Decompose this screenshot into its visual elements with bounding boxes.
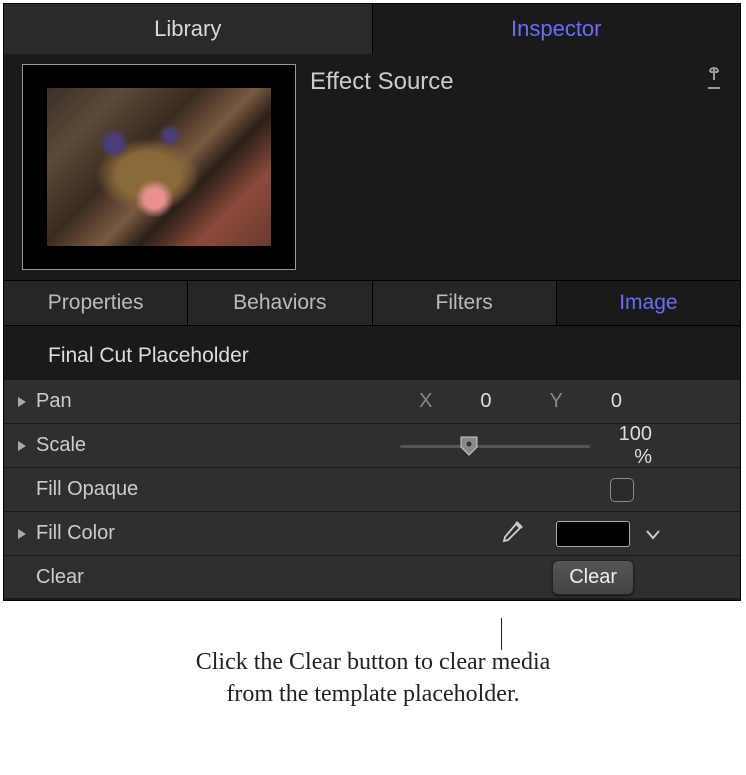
pin-icon[interactable] [704,66,724,92]
pan-x-label: X [419,390,432,413]
scale-value[interactable]: 100 % [612,423,722,469]
tab-inspector[interactable]: Inspector [373,4,741,54]
tab-behaviors[interactable]: Behaviors [188,281,372,325]
top-tab-bar: Library Inspector [4,4,740,54]
tab-properties[interactable]: Properties [4,281,188,325]
scale-slider[interactable] [400,436,590,456]
param-label: Fill Opaque [36,478,196,501]
eyedropper-icon[interactable] [498,521,524,547]
param-row-clear: Clear Clear [4,556,740,600]
parameters-list: Pan X 0 Y 0 Scale [4,380,740,600]
sub-tab-bar: Properties Behaviors Filters Image [4,280,740,326]
param-label: Scale [36,434,196,457]
callout-text: Click the Clear button to clear media fr… [183,646,563,711]
tab-image[interactable]: Image [557,281,740,325]
param-label: Pan [36,390,196,413]
fill-opaque-checkbox[interactable] [610,478,634,502]
fill-color-well[interactable] [556,521,630,547]
chevron-down-icon[interactable] [644,525,662,543]
param-row-scale: Scale 100 % [4,424,740,468]
inspector-panel: Library Inspector Effect Source Properti… [3,3,741,601]
section-heading: Final Cut Placeholder [4,326,740,380]
pan-y-label: Y [550,390,563,413]
param-label: Clear [36,566,196,589]
header-area: Effect Source [4,54,740,280]
slider-thumb-icon[interactable] [460,436,478,456]
param-row-pan: Pan X 0 Y 0 [4,380,740,424]
preview-image [47,88,271,246]
disclosure-triangle-icon[interactable] [14,438,30,454]
source-title: Effect Source [310,64,454,270]
tab-filters[interactable]: Filters [373,281,557,325]
clear-button[interactable]: Clear [552,560,634,595]
preview-thumbnail[interactable] [22,64,296,270]
tab-library[interactable]: Library [4,4,373,54]
disclosure-triangle-icon[interactable] [14,526,30,542]
disclosure-triangle-icon[interactable] [14,394,30,410]
param-row-fill-opaque: Fill Opaque [4,468,740,512]
pan-x-value[interactable]: 0 [480,390,491,413]
param-row-fill-color: Fill Color [4,512,740,556]
pan-y-value[interactable]: 0 [611,390,622,413]
param-label: Fill Color [36,522,196,545]
